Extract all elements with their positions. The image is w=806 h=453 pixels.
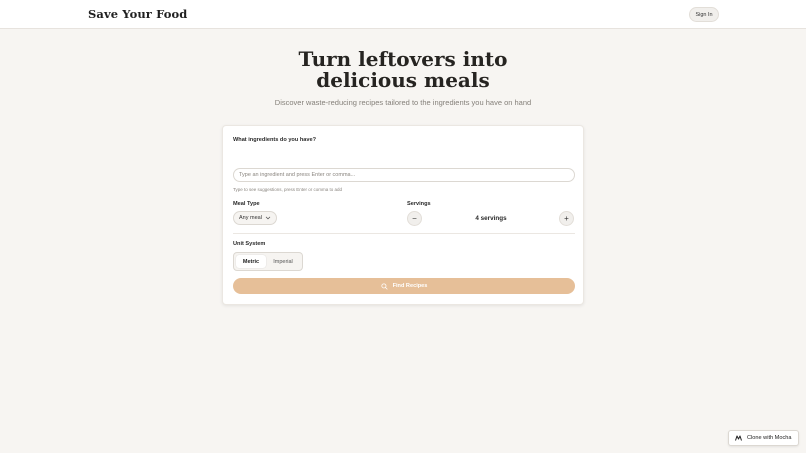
clone-with-mocha-badge[interactable]: Clone with Mocha [728, 430, 799, 446]
ingredients-hint: Type to see suggestions, press Enter or … [233, 187, 343, 192]
sign-in-button[interactable]: Sign In [689, 7, 719, 22]
servings-value: 4 servings [475, 215, 507, 222]
servings-increment-button[interactable]: + [559, 211, 574, 226]
meal-type-select[interactable]: Any meal [233, 211, 277, 225]
unit-system-label: Unit System [233, 241, 266, 247]
mocha-logo-icon [735, 435, 742, 441]
clone-with-mocha-label: Clone with Mocha [747, 435, 792, 441]
hero-subtitle: Discover waste-reducing recipes tailored… [274, 98, 532, 107]
unit-system-toggle: Metric Imperial [233, 252, 303, 271]
servings-decrement-button[interactable]: − [407, 211, 422, 226]
servings-label: Servings [407, 201, 431, 207]
hero-title-line-1: Turn leftovers into [298, 47, 508, 71]
search-icon [381, 282, 388, 290]
section-divider [233, 233, 575, 234]
find-recipes-label: Find Recipes [392, 283, 428, 289]
recipe-search-card: What ingredients do you have? Type to se… [222, 125, 584, 305]
hero-title-line-2: delicious meals [316, 68, 490, 92]
brand-logo[interactable]: Save Your Food [88, 7, 187, 21]
unit-option-imperial[interactable]: Imperial [266, 255, 300, 268]
hero-title: Turn leftovers into delicious meals [0, 49, 806, 91]
find-recipes-button[interactable]: Find Recipes [233, 278, 575, 294]
ingredient-input[interactable] [233, 168, 575, 182]
meal-type-value: Any meal [239, 215, 262, 221]
chevron-down-icon [265, 216, 271, 220]
meal-type-label: Meal Type [233, 201, 260, 207]
top-nav: Save Your Food Sign In [0, 0, 806, 29]
ingredients-label: What ingredients do you have? [233, 137, 316, 143]
unit-option-metric[interactable]: Metric [236, 255, 266, 268]
